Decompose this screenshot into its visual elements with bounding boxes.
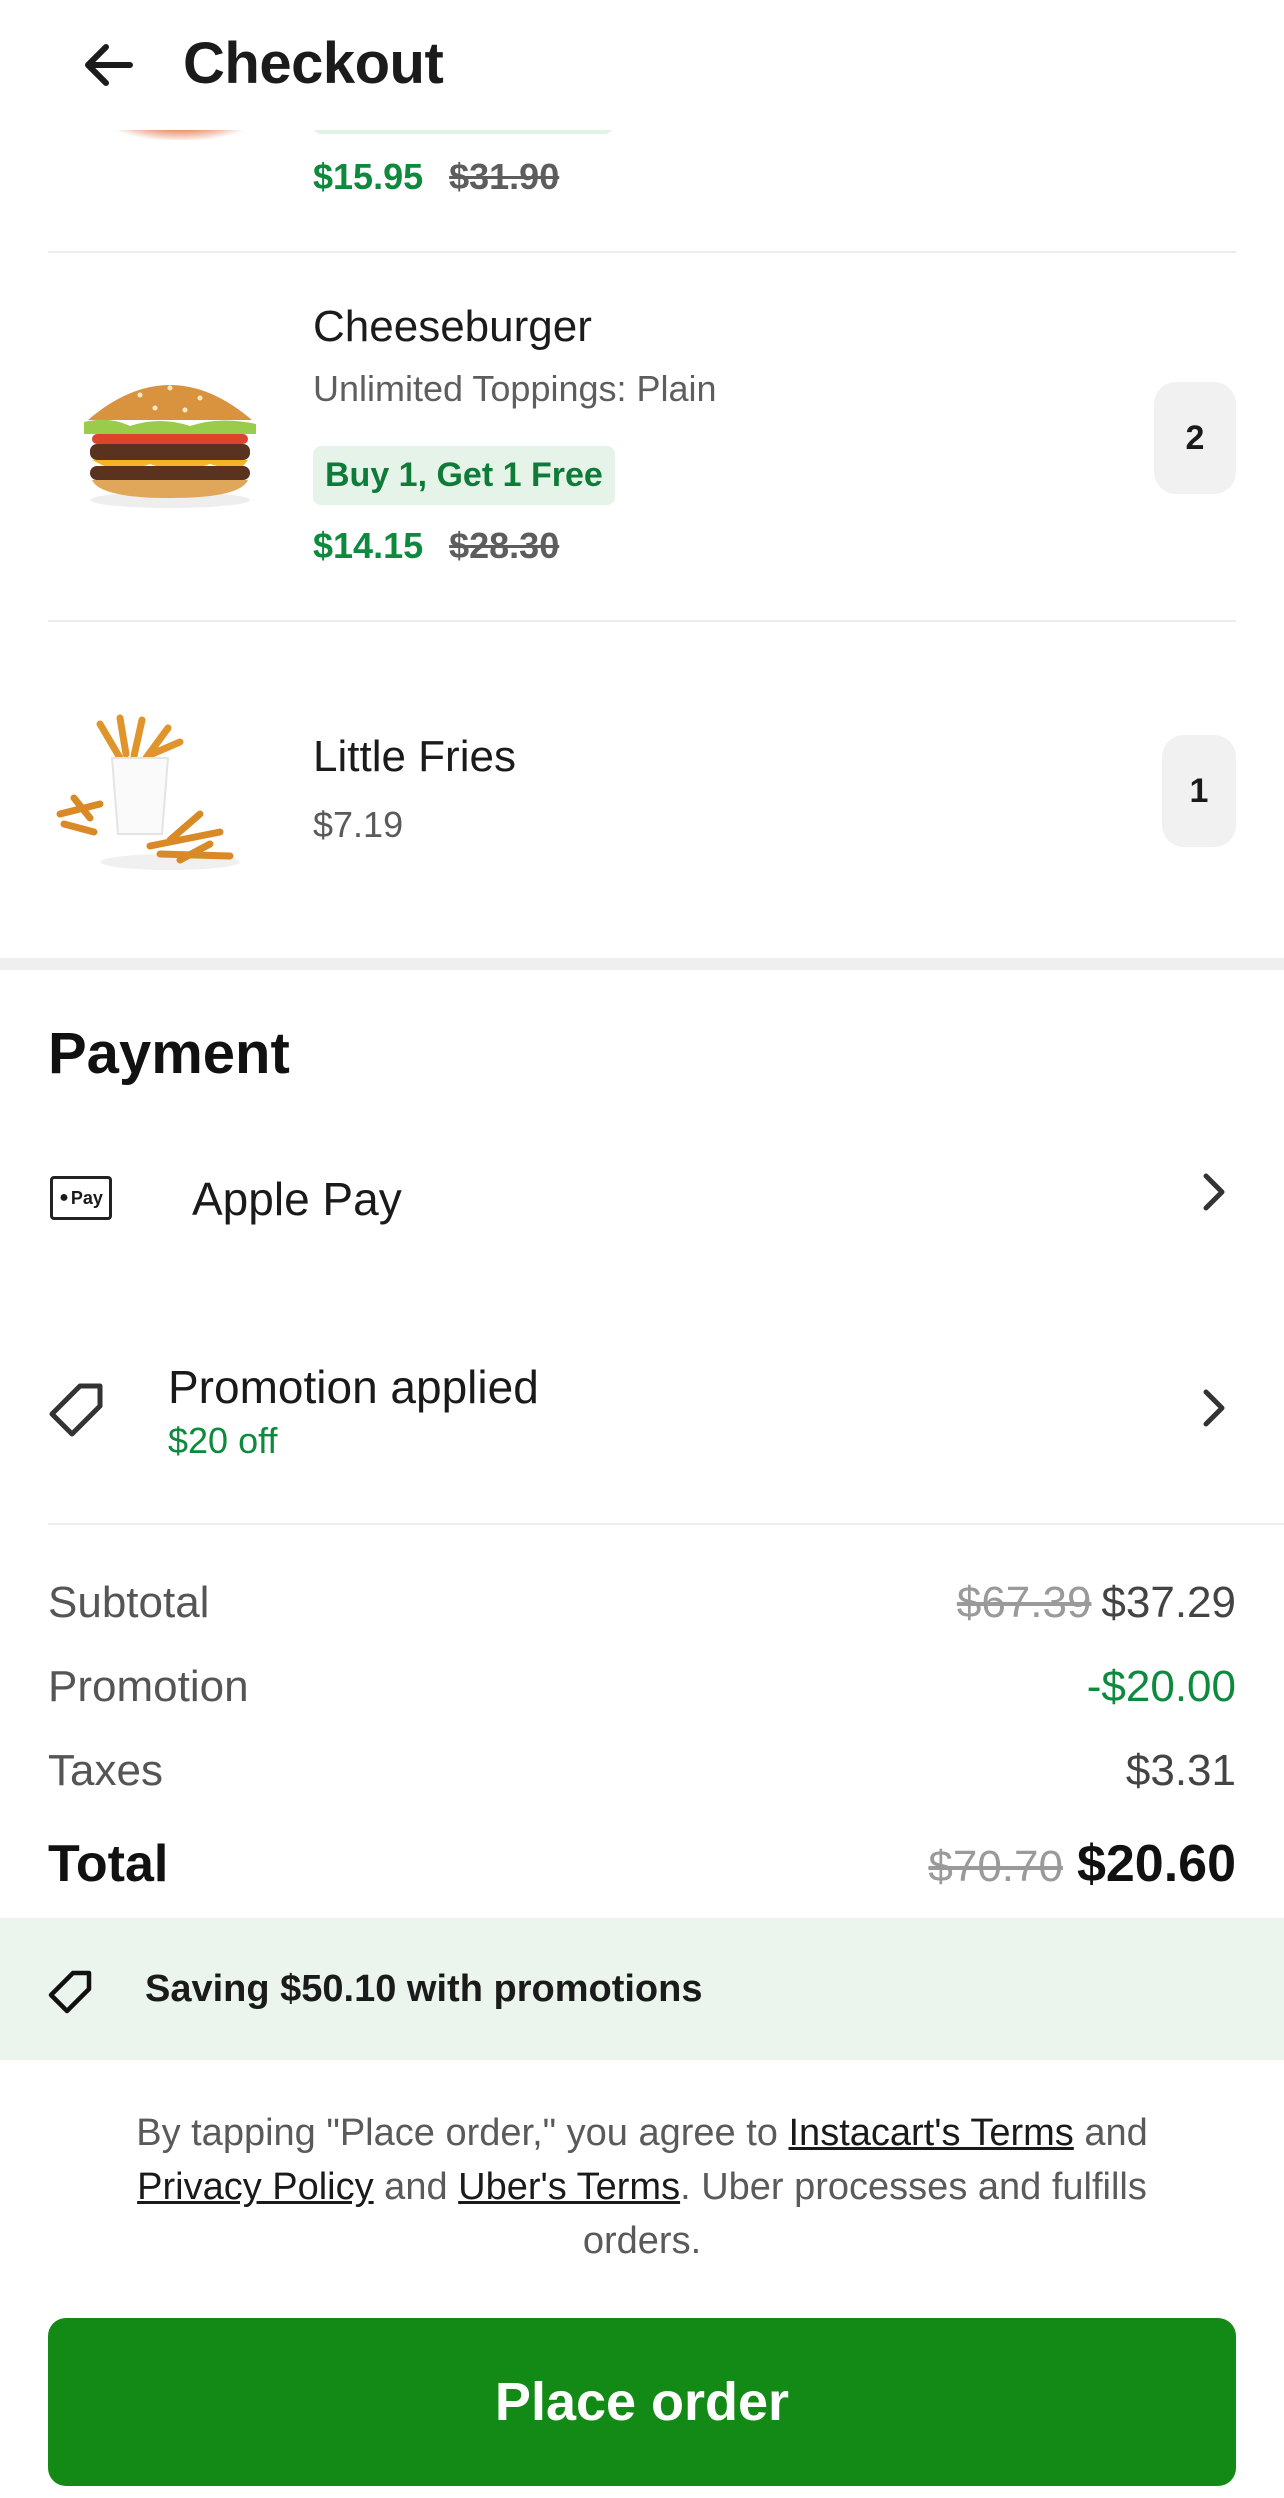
promotion-label: Promotion applied: [168, 1361, 539, 1413]
item-price-row: $15.95 $31.90: [313, 156, 559, 198]
tag-icon: [46, 1380, 106, 1445]
uber-terms-link[interactable]: Uber's Terms: [458, 2166, 680, 2208]
item-price: $15.95: [313, 156, 424, 197]
header: Checkout: [0, 0, 1284, 130]
subtotal-amount: $37.29: [1101, 1578, 1236, 1627]
taxes-amount: $3.31: [1125, 1746, 1236, 1795]
divider: [48, 251, 1236, 253]
promotion-detail: $20 off: [168, 1420, 278, 1461]
quantity-stepper[interactable]: 2: [1154, 382, 1236, 494]
subtotal-label: Subtotal: [48, 1578, 210, 1627]
promotion-summary-label: Promotion: [48, 1662, 249, 1711]
page-title: Checkout: [183, 31, 444, 96]
total-original: $70.70: [928, 1842, 1063, 1891]
saving-banner: Saving $50.10 with promotions: [0, 1918, 1284, 2060]
total-label: Total: [48, 1835, 169, 1893]
total-value: $70.70 $20.60: [928, 1834, 1236, 1894]
privacy-policy-link[interactable]: Privacy Policy: [137, 2166, 374, 2208]
tag-icon: [46, 1968, 94, 2021]
subtotal-original: $67.39: [956, 1578, 1092, 1627]
payment-section-title: Payment: [48, 1021, 290, 1086]
little-fries-image: [50, 714, 250, 874]
item-option: Unlimited Toppings: Plain: [313, 368, 717, 409]
quantity-stepper[interactable]: 1: [1162, 735, 1236, 847]
item-original-price: $28.30: [449, 525, 560, 566]
legal-text-part: and: [1073, 2112, 1148, 2154]
apple-pay-icon: ● Pay: [50, 1176, 112, 1220]
chevron-right-icon[interactable]: [1202, 1166, 1226, 1224]
item-name: Cheeseburger: [313, 302, 592, 351]
divider: [48, 620, 1236, 622]
instacart-terms-link[interactable]: Instacart's Terms: [789, 2112, 1074, 2154]
legal-text-part: and: [373, 2166, 459, 2208]
promo-badge: Buy 1, Get 1 Free: [313, 446, 615, 505]
item-price: $7.19: [313, 804, 404, 845]
chevron-right-icon[interactable]: [1202, 1382, 1226, 1440]
section-divider: [0, 958, 1284, 970]
saving-text: Saving $50.10 with promotions: [145, 1968, 703, 2010]
cheeseburger-image: [70, 360, 270, 510]
item-price: $14.15: [313, 525, 424, 566]
item-original-price: $31.90: [449, 156, 560, 197]
divider: [48, 1523, 1284, 1525]
legal-text: By tapping "Place order," you agree to I…: [80, 2106, 1204, 2268]
promotion-amount: -$20.00: [1086, 1662, 1236, 1711]
payment-method-label: Apple Pay: [192, 1173, 402, 1225]
taxes-label: Taxes: [48, 1746, 163, 1795]
total-amount: $20.60: [1076, 1835, 1236, 1893]
place-order-button[interactable]: Place order: [48, 2318, 1236, 2486]
item-price-row: $14.15 $28.30: [313, 525, 559, 567]
back-arrow-icon[interactable]: [78, 36, 138, 94]
subtotal-value: $67.39 $37.29: [957, 1578, 1236, 1628]
item-name: Little Fries: [313, 732, 516, 781]
legal-text-part: By tapping "Place order," you agree to: [136, 2112, 789, 2154]
